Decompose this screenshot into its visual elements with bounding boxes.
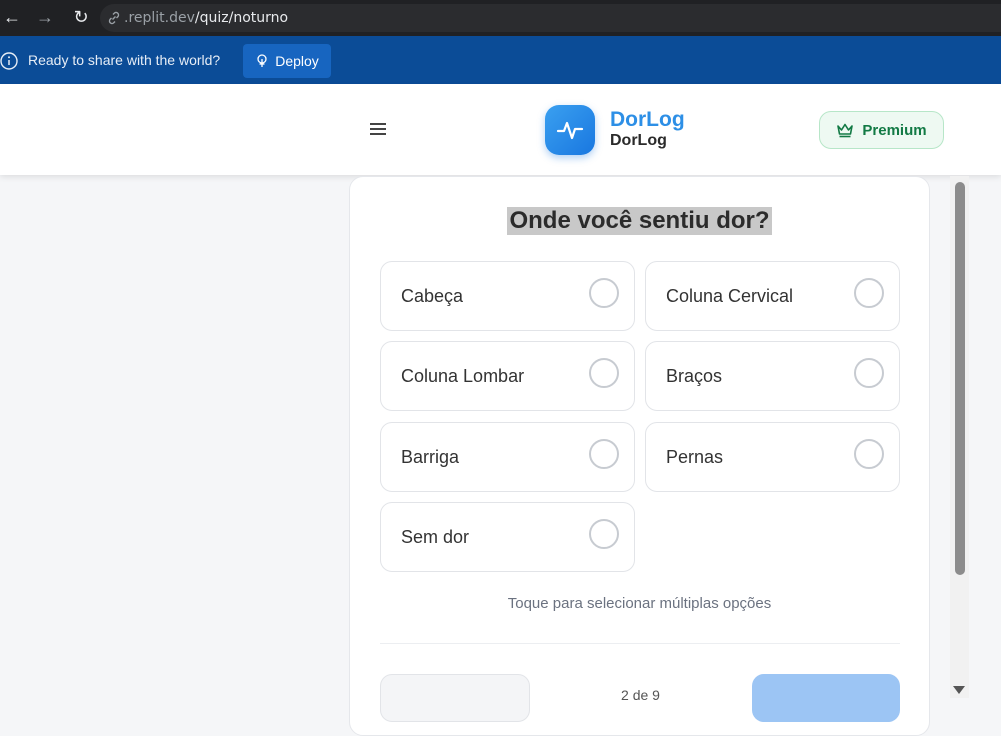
- premium-button[interactable]: Premium: [819, 111, 944, 149]
- deploy-icon: [257, 54, 267, 67]
- url-path: /quiz/noturno: [194, 10, 289, 26]
- back-arrow-icon[interactable]: ←: [0, 3, 26, 31]
- radio-circle-icon[interactable]: [854, 278, 884, 308]
- app-logo[interactable]: [545, 105, 595, 155]
- radio-circle-icon[interactable]: [854, 439, 884, 469]
- option-label: Cabeça: [401, 286, 464, 306]
- forward-arrow-icon[interactable]: →: [31, 3, 59, 31]
- reload-icon[interactable]: ↻: [67, 3, 95, 31]
- app-header: DorLog DorLog Premium: [0, 84, 1001, 175]
- option-coluna-cervical[interactable]: Coluna Cervical: [645, 261, 900, 331]
- option-label: Pernas: [666, 447, 724, 467]
- radio-circle-icon[interactable]: [854, 358, 884, 388]
- banner-message: Ready to share with the world?: [28, 52, 221, 68]
- info-icon: [0, 52, 18, 70]
- divider: [380, 643, 900, 644]
- option-label: Coluna Lombar: [401, 366, 525, 386]
- deploy-button[interactable]: Deploy: [243, 44, 331, 78]
- brand-subtitle: DorLog: [610, 132, 667, 149]
- radio-circle-icon[interactable]: [589, 278, 619, 308]
- scroll-down-arrow-icon[interactable]: [953, 686, 965, 694]
- address-bar[interactable]: .replit.dev/quiz/noturno: [100, 4, 1001, 32]
- option-barriga[interactable]: Barriga: [380, 422, 635, 492]
- scrollbar-thumb[interactable]: [955, 182, 965, 575]
- deploy-banner: Ready to share with the world? Deploy: [0, 36, 1001, 84]
- crown-icon: [837, 123, 854, 138]
- url-text: .replit.dev/quiz/noturno: [124, 10, 288, 26]
- brand-title: DorLog: [610, 108, 685, 131]
- pulse-icon: [556, 121, 584, 140]
- option-coluna-lombar[interactable]: Coluna Lombar: [380, 341, 635, 411]
- hamburger-menu-icon[interactable]: [368, 120, 390, 138]
- option-cabeca[interactable]: Cabeça: [380, 261, 635, 331]
- option-label: Sem dor: [401, 527, 470, 547]
- radio-circle-icon[interactable]: [589, 519, 619, 549]
- radio-circle-icon[interactable]: [589, 439, 619, 469]
- question-text: Onde você sentiu dor?: [507, 207, 772, 235]
- link-icon: [108, 11, 120, 25]
- premium-label: Premium: [862, 121, 927, 139]
- option-label: Coluna Cervical: [666, 286, 794, 306]
- option-pernas[interactable]: Pernas: [645, 422, 900, 492]
- radio-circle-icon[interactable]: [589, 358, 619, 388]
- url-domain: .replit.dev: [124, 10, 195, 26]
- next-button[interactable]: [752, 674, 900, 722]
- multi-select-hint: Toque para selecionar múltiplas opções: [507, 595, 772, 612]
- option-label: Barriga: [401, 447, 460, 467]
- deploy-label: Deploy: [275, 53, 319, 69]
- question-heading: Onde você sentiu dor?: [350, 207, 929, 235]
- quiz-card: Onde você sentiu dor? Cabeça Coluna Cerv…: [349, 176, 930, 736]
- browser-toolbar: ← → ↻ .replit.dev/quiz/noturno: [0, 0, 1001, 36]
- option-bracos[interactable]: Braços: [645, 341, 900, 411]
- option-label: Braços: [666, 366, 723, 386]
- option-sem-dor[interactable]: Sem dor: [380, 502, 635, 572]
